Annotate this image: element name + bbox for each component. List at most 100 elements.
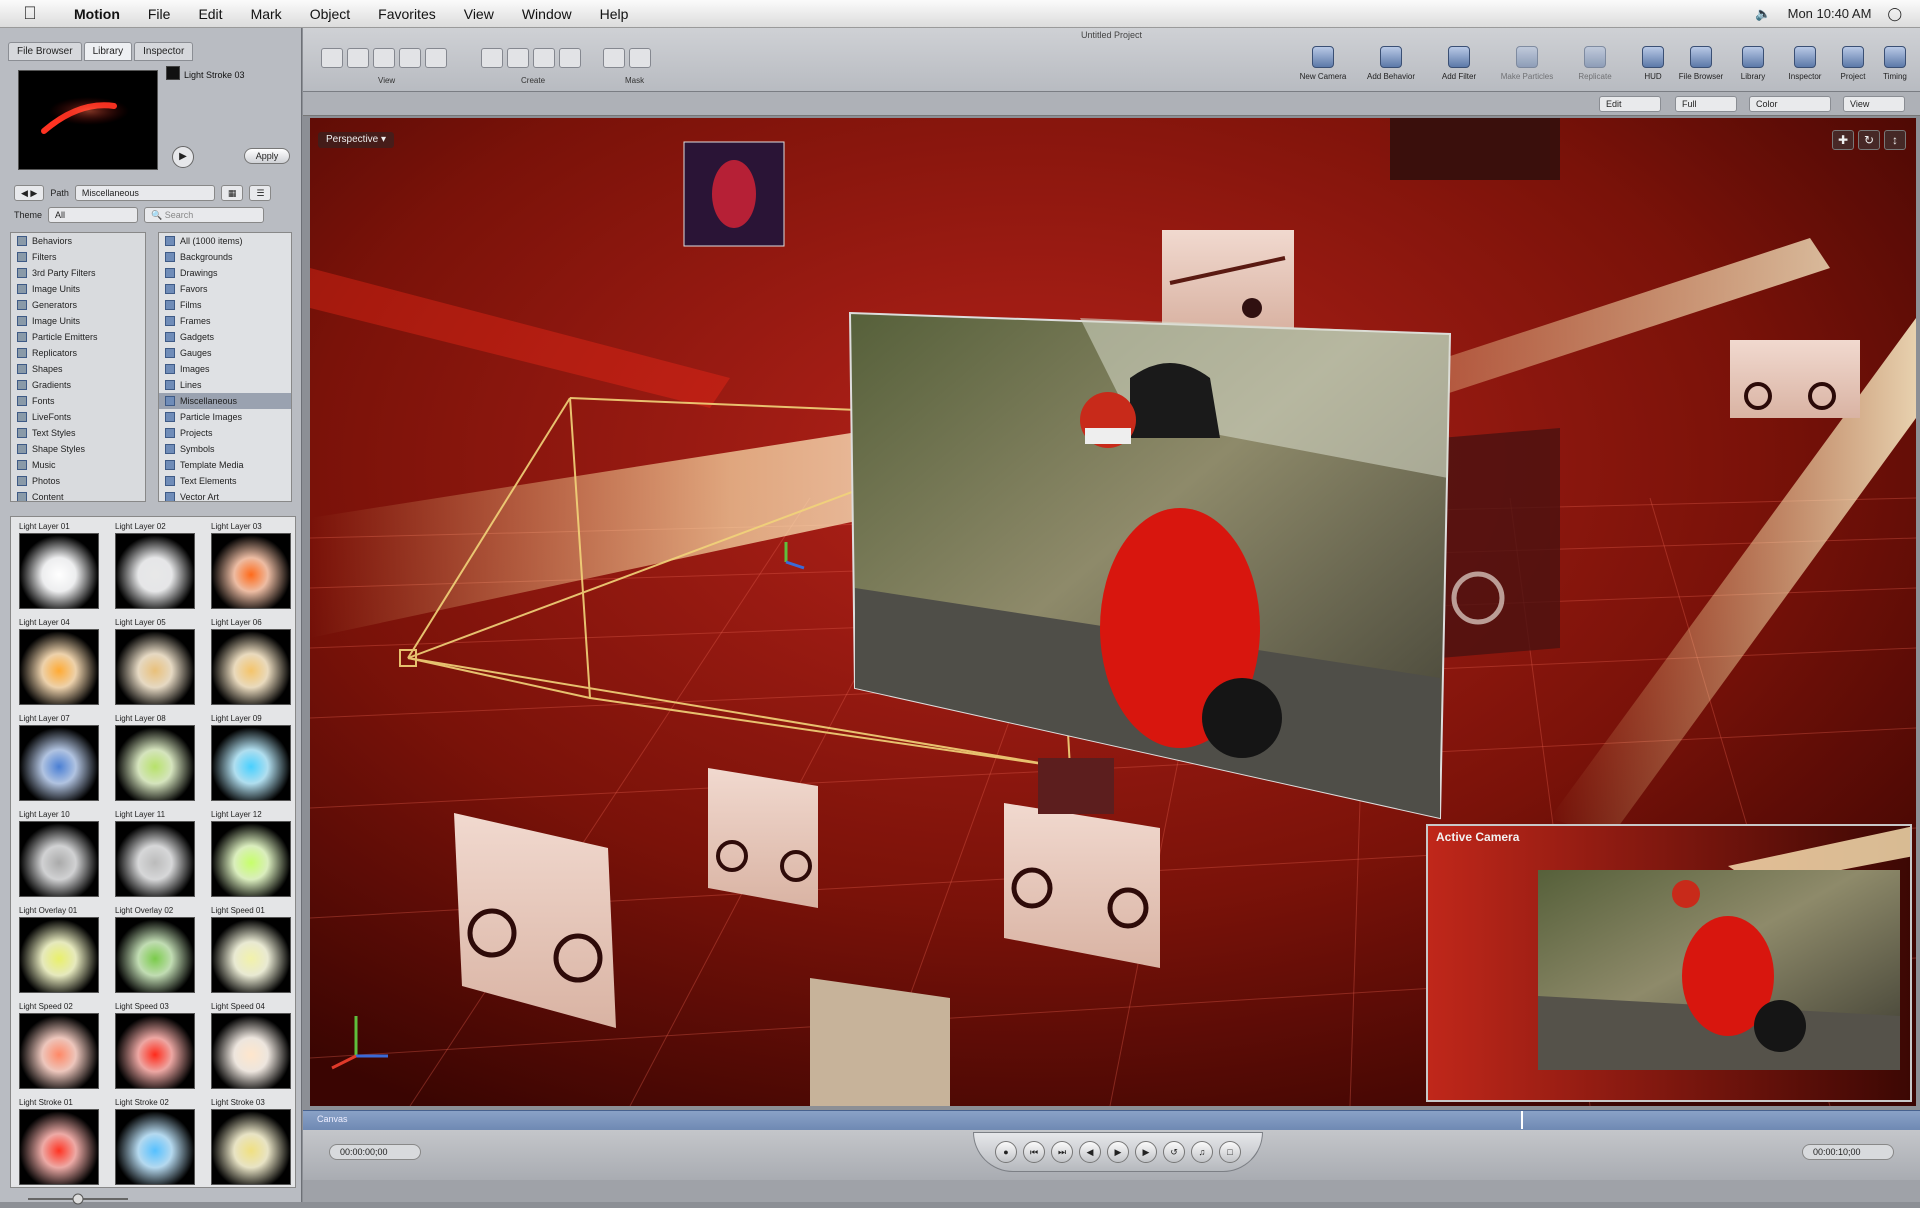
resolution-popup[interactable]: Full bbox=[1675, 96, 1737, 112]
subcategory-item[interactable]: Text Elements bbox=[159, 473, 291, 489]
tab-file-browser[interactable]: File Browser bbox=[8, 42, 82, 61]
library-thumbnail[interactable]: Light Layer 05 bbox=[115, 617, 195, 707]
file-browser-button[interactable]: File Browser bbox=[1671, 46, 1731, 81]
library-thumbnail[interactable]: Light Layer 07 bbox=[19, 713, 99, 803]
library-thumbnail[interactable]: Light Layer 10 bbox=[19, 809, 99, 899]
menu-app[interactable]: Motion bbox=[60, 6, 134, 22]
category-item[interactable]: Content bbox=[11, 489, 145, 501]
select-tool-icon[interactable] bbox=[321, 48, 343, 68]
go-to-end-icon[interactable]: ⏭ bbox=[1051, 1141, 1073, 1163]
category-item[interactable]: Image Units bbox=[11, 313, 145, 329]
subcategory-item[interactable]: Symbols bbox=[159, 441, 291, 457]
subcategory-item[interactable]: Lines bbox=[159, 377, 291, 393]
library-thumbnail[interactable]: Light Layer 01 bbox=[19, 521, 99, 611]
fullscreen-icon[interactable]: □ bbox=[1219, 1141, 1241, 1163]
menu-favorites[interactable]: Favorites bbox=[364, 6, 450, 22]
duration-timecode[interactable]: 00:00:10;00 bbox=[1802, 1144, 1894, 1160]
rectangle-tool-icon[interactable] bbox=[481, 48, 503, 68]
dolly-view-icon[interactable]: ↕ bbox=[1884, 130, 1906, 150]
back-forward-button[interactable]: ◀ ▶ bbox=[14, 185, 45, 201]
perspective-popup[interactable]: Perspective ▾ bbox=[318, 132, 395, 148]
pan-tool-icon[interactable] bbox=[347, 48, 369, 68]
current-timecode[interactable]: 00:00:00;00 bbox=[329, 1144, 421, 1160]
subcategory-item[interactable]: All (1000 items) bbox=[159, 233, 291, 249]
library-thumbnail[interactable]: Light Layer 12 bbox=[211, 809, 291, 899]
apply-button[interactable]: Apply bbox=[244, 148, 290, 164]
tab-library[interactable]: Library bbox=[83, 42, 133, 61]
theme-popup[interactable]: All bbox=[48, 207, 139, 223]
category-item[interactable]: Shape Styles bbox=[11, 441, 145, 457]
library-thumbnail[interactable]: Light Overlay 01 bbox=[19, 905, 99, 995]
orbit-tool-icon[interactable] bbox=[373, 48, 395, 68]
play-icon[interactable]: ▶ bbox=[1107, 1141, 1129, 1163]
step-back-icon[interactable]: ◀ bbox=[1079, 1141, 1101, 1163]
play-preview-button[interactable]: ▶ bbox=[172, 146, 194, 168]
library-thumbnail[interactable]: Light Speed 04 bbox=[211, 1001, 291, 1091]
loop-icon[interactable]: ↺ bbox=[1163, 1141, 1185, 1163]
search-field[interactable]: 🔍 Search bbox=[144, 207, 265, 223]
category-item[interactable]: Filters bbox=[11, 249, 145, 265]
category-item[interactable]: Text Styles bbox=[11, 425, 145, 441]
category-item[interactable]: Replicators bbox=[11, 345, 145, 361]
category-item[interactable]: Music bbox=[11, 457, 145, 473]
subcategory-item[interactable]: Gadgets bbox=[159, 329, 291, 345]
menu-help[interactable]: Help bbox=[586, 6, 643, 22]
category-item[interactable]: Image Units bbox=[11, 281, 145, 297]
menu-window[interactable]: Window bbox=[508, 6, 586, 22]
subcategory-item[interactable]: Drawings bbox=[159, 265, 291, 281]
library-thumbnail[interactable]: Light Stroke 03 bbox=[211, 1097, 291, 1187]
subcategory-item[interactable]: Particle Images bbox=[159, 409, 291, 425]
library-thumbnail[interactable]: Light Stroke 02 bbox=[115, 1097, 195, 1187]
text-tool-icon[interactable] bbox=[559, 48, 581, 68]
mask-bezier-icon[interactable] bbox=[629, 48, 651, 68]
record-icon[interactable]: ● bbox=[995, 1141, 1017, 1163]
subcategory-item[interactable]: Images bbox=[159, 361, 291, 377]
bezier-tool-icon[interactable] bbox=[507, 48, 529, 68]
library-thumbnail[interactable]: Light Overlay 02 bbox=[115, 905, 195, 995]
path-popup[interactable]: Miscellaneous bbox=[74, 185, 215, 201]
category-item[interactable]: Fonts bbox=[11, 393, 145, 409]
tab-inspector[interactable]: Inspector bbox=[134, 42, 194, 61]
new-camera-button[interactable]: New Camera bbox=[1293, 46, 1353, 81]
library-thumbnail[interactable]: Light Layer 03 bbox=[211, 521, 291, 611]
volume-icon[interactable]: 🔈 bbox=[1755, 6, 1771, 22]
menu-mark[interactable]: Mark bbox=[237, 6, 296, 22]
category-item[interactable]: Photos bbox=[11, 473, 145, 489]
category-item[interactable]: Particle Emitters bbox=[11, 329, 145, 345]
mini-timeline[interactable]: Canvas bbox=[303, 1110, 1920, 1130]
replicate-button[interactable]: Replicate bbox=[1565, 46, 1625, 81]
mask-rect-icon[interactable] bbox=[603, 48, 625, 68]
pan-view-icon[interactable]: ✚ bbox=[1832, 130, 1854, 150]
library-thumbnail[interactable]: Light Layer 08 bbox=[115, 713, 195, 803]
library-thumbnail[interactable]: Light Layer 06 bbox=[211, 617, 291, 707]
paint-tool-icon[interactable] bbox=[533, 48, 555, 68]
library-thumbnail[interactable]: Light Speed 03 bbox=[115, 1001, 195, 1091]
subcategory-item[interactable]: Favors bbox=[159, 281, 291, 297]
make-particles-button[interactable]: Make Particles bbox=[1497, 46, 1557, 81]
color-popup[interactable]: Color bbox=[1749, 96, 1831, 112]
subcategory-item[interactable]: Gauges bbox=[159, 345, 291, 361]
library-thumbnail[interactable]: Light Speed 01 bbox=[211, 905, 291, 995]
subcategory-item[interactable]: Miscellaneous bbox=[159, 393, 291, 409]
go-to-start-icon[interactable]: ⏮ bbox=[1023, 1141, 1045, 1163]
add-behavior-button[interactable]: Add Behavior bbox=[1361, 46, 1421, 81]
step-forward-icon[interactable]: ▶ bbox=[1135, 1141, 1157, 1163]
subcategory-item[interactable]: Frames bbox=[159, 313, 291, 329]
category-item[interactable]: Gradients bbox=[11, 377, 145, 393]
library-button[interactable]: Library bbox=[1723, 46, 1783, 81]
category-item[interactable]: Generators bbox=[11, 297, 145, 313]
subcategory-item[interactable]: Projects bbox=[159, 425, 291, 441]
playhead[interactable] bbox=[1521, 1111, 1523, 1129]
subcategory-item[interactable]: Backgrounds bbox=[159, 249, 291, 265]
menu-object[interactable]: Object bbox=[296, 6, 364, 22]
subcategory-item[interactable]: Vector Art bbox=[159, 489, 291, 501]
category-item[interactable]: 3rd Party Filters bbox=[11, 265, 145, 281]
menu-view[interactable]: View bbox=[450, 6, 508, 22]
timing-button[interactable]: Timing bbox=[1865, 46, 1920, 81]
zoom-slider[interactable] bbox=[8, 1192, 298, 1206]
edit-popup[interactable]: Edit bbox=[1599, 96, 1661, 112]
view-as-icons-button[interactable]: ▦ bbox=[220, 185, 244, 201]
audio-icon[interactable]: ♫ bbox=[1191, 1141, 1213, 1163]
library-thumbnail[interactable]: Light Layer 02 bbox=[115, 521, 195, 611]
subcategory-item[interactable]: Films bbox=[159, 297, 291, 313]
